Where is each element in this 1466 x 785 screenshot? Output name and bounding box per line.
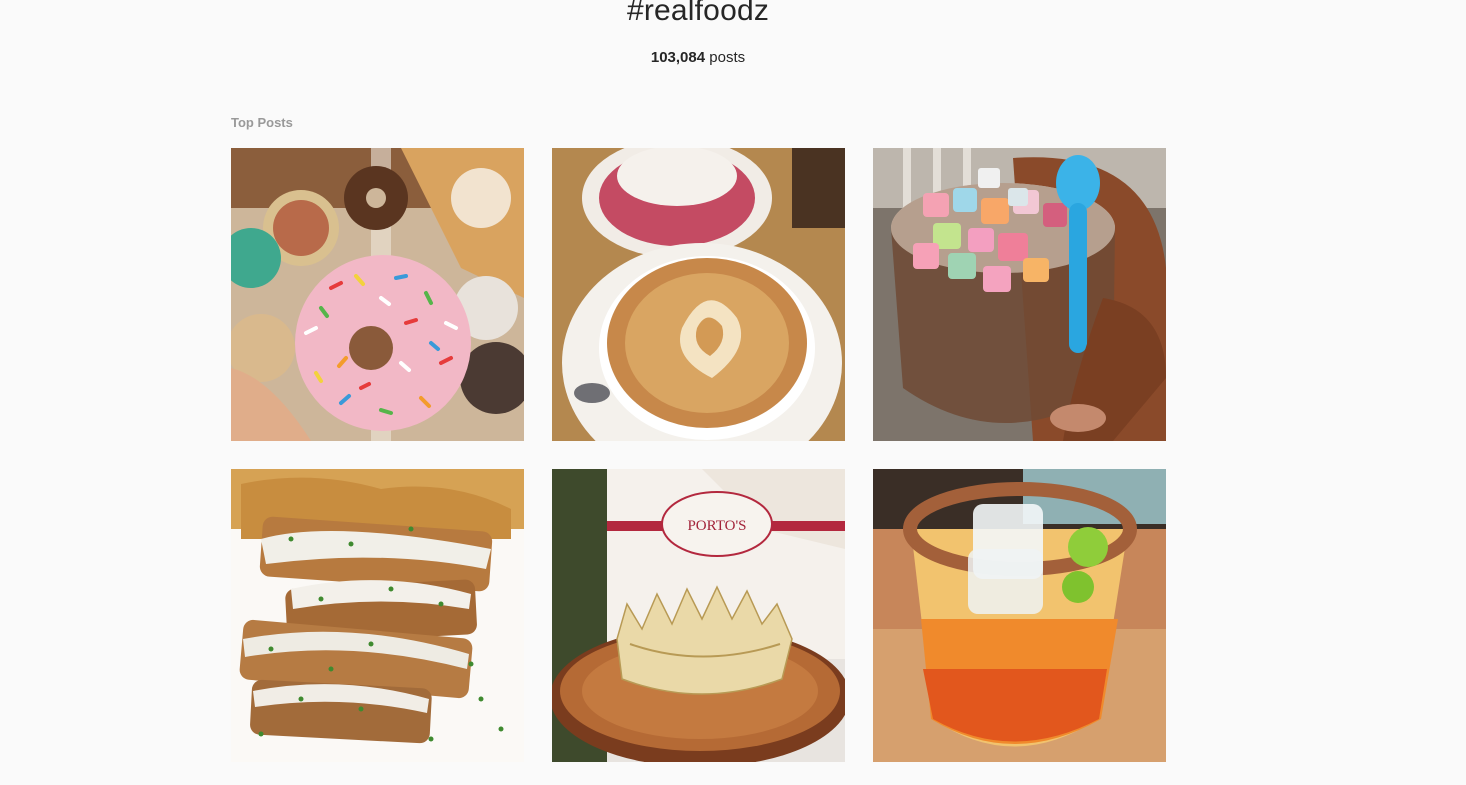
post-thumbnail-6[interactable] bbox=[873, 469, 1166, 762]
glazed-toast-stack-image bbox=[231, 469, 524, 762]
post-thumbnail-2[interactable] bbox=[552, 148, 845, 441]
portos-logo-text: PORTO'S bbox=[687, 518, 746, 534]
chili-rim-cocktail-image bbox=[873, 469, 1166, 762]
top-posts-label: Top Posts bbox=[231, 115, 293, 130]
top-posts-grid: PORTO'S bbox=[231, 148, 1166, 762]
post-thumbnail-3[interactable] bbox=[873, 148, 1166, 441]
marshmallow-cereal-cup-image bbox=[873, 148, 1166, 441]
hashtag-page: #realfoodz 103,084 posts Top Posts PORTO… bbox=[0, 0, 1466, 785]
latte-art-image bbox=[552, 148, 845, 441]
post-thumbnail-1[interactable] bbox=[231, 148, 524, 441]
post-count: 103,084 posts bbox=[0, 49, 1396, 66]
post-thumbnail-4[interactable] bbox=[231, 469, 524, 762]
sprinkle-donut-image bbox=[231, 148, 524, 441]
hashtag-title: #realfoodz bbox=[626, 0, 770, 27]
post-thumbnail-5[interactable]: PORTO'S bbox=[552, 469, 845, 762]
post-count-number: 103,084 bbox=[650, 49, 706, 66]
post-count-suffix: posts bbox=[705, 49, 746, 66]
portos-king-cake-image: PORTO'S bbox=[552, 469, 845, 762]
